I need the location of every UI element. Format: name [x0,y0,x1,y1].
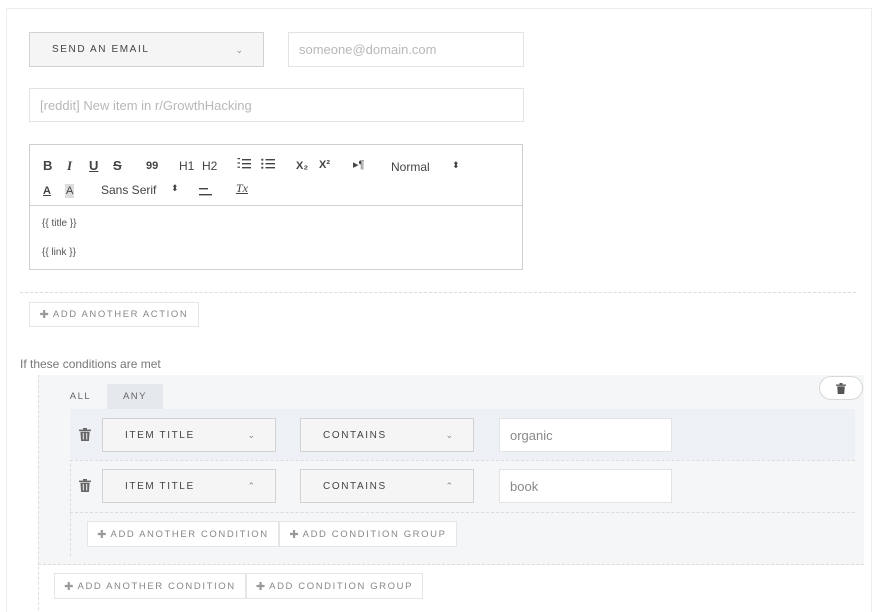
field-select[interactable]: ITEM TITLE ⌃ [102,469,276,503]
font-select[interactable]: Sans Serif [101,183,156,197]
trash-icon[interactable] [79,479,91,492]
plus-icon: ✚ [255,580,266,593]
subject-input[interactable]: [reddit] New item in r/GrowthHacking [29,88,524,122]
operator-select[interactable]: CONTAINS ⌄ [300,418,474,452]
subscript-button[interactable]: X₂ [296,159,308,173]
add-condition-label: ADD ANOTHER CONDITION [110,528,269,540]
action-type-label: SEND AN EMAIL [52,44,150,55]
add-another-condition-button[interactable]: ✚ ADD ANOTHER CONDITION [54,573,246,599]
underline-button[interactable]: U [89,159,98,173]
add-group-label: ADD CONDITION GROUP [302,528,447,540]
plus-icon: ✚ [64,580,74,593]
operator-select-label: CONTAINS [323,480,387,492]
plus-icon: ✚ [289,528,299,541]
trash-icon[interactable] [79,428,91,441]
clear-format-button[interactable]: Tx [236,181,248,195]
chevron-up-icon: ⌃ [445,481,453,492]
tab-any[interactable]: ANY [107,384,163,409]
divider [20,292,856,293]
trash-icon [836,382,846,394]
add-action-label: ADD ANOTHER ACTION [52,309,189,320]
add-condition-group-button[interactable]: ✚ ADD CONDITION GROUP [246,573,423,599]
font-select-arrows-icon[interactable]: ⬍ [171,181,179,195]
size-select[interactable]: Normal [391,160,430,174]
add-another-condition-button[interactable]: ✚ ADD ANOTHER CONDITION [87,521,279,547]
chevron-up-icon: ⌃ [247,481,255,492]
email-body-editor: B I U S 99 H1 H2 X₂ X² ▸¶ Normal ⬍ A A S… [29,144,523,270]
operator-select[interactable]: CONTAINS ⌃ [300,469,474,503]
subject-placeholder: [reddit] New item in r/GrowthHacking [40,97,252,113]
condition-value: book [510,478,539,494]
h1-button[interactable]: H1 [179,159,194,173]
align-icon[interactable] [199,185,212,200]
bold-button[interactable]: B [43,159,52,173]
editor-toolbar: B I U S 99 H1 H2 X₂ X² ▸¶ Normal ⬍ A A S… [30,145,522,206]
chevron-down-icon: ⌄ [445,430,453,441]
group-divider [38,564,864,565]
ordered-list-icon[interactable] [237,157,251,173]
condition-value-input[interactable]: organic [499,418,672,452]
field-select[interactable]: ITEM TITLE ⌄ [102,418,276,452]
add-another-action-button[interactable]: ✚ ADD ANOTHER ACTION [29,302,199,327]
h2-button[interactable]: H2 [202,159,217,173]
chevron-down-icon: ⌄ [235,44,243,55]
field-select-label: ITEM TITLE [125,429,195,441]
plus-icon: ✚ [39,309,49,321]
row-divider [70,460,855,461]
strike-button[interactable]: S [113,159,122,173]
blockquote-button[interactable]: 99 [146,159,158,173]
add-condition-label: ADD ANOTHER CONDITION [77,580,236,592]
email-input[interactable]: someone@domain.com [288,32,524,67]
text-color-icon[interactable]: A [43,184,51,198]
editor-line-title: {{ title }} [42,218,77,229]
conditions-heading: If these conditions are met [20,357,161,371]
plus-icon: ✚ [97,528,107,541]
chevron-down-icon: ⌄ [247,430,255,441]
condition-value: organic [510,427,553,443]
add-group-label: ADD CONDITION GROUP [269,580,414,592]
condition-value-input[interactable]: book [499,469,672,503]
size-select-arrows-icon[interactable]: ⬍ [452,158,460,172]
background-color-icon[interactable]: A [65,184,75,198]
operator-select-label: CONTAINS [323,429,387,441]
group-left-guide [38,375,39,610]
tab-all[interactable]: ALL [54,384,107,409]
bullet-list-icon[interactable] [261,157,275,173]
superscript-button[interactable]: X² [319,158,330,172]
action-type-select[interactable]: SEND AN EMAIL ⌄ [29,32,264,67]
add-condition-group-button[interactable]: ✚ ADD CONDITION GROUP [279,521,457,547]
email-placeholder: someone@domain.com [299,42,437,57]
text-direction-button[interactable]: ▸¶ [353,158,364,172]
row-divider [70,512,855,513]
italic-button[interactable]: I [67,159,72,173]
field-select-label: ITEM TITLE [125,480,195,492]
editor-line-link: {{ link }} [42,247,76,258]
delete-group-button[interactable] [819,376,863,400]
